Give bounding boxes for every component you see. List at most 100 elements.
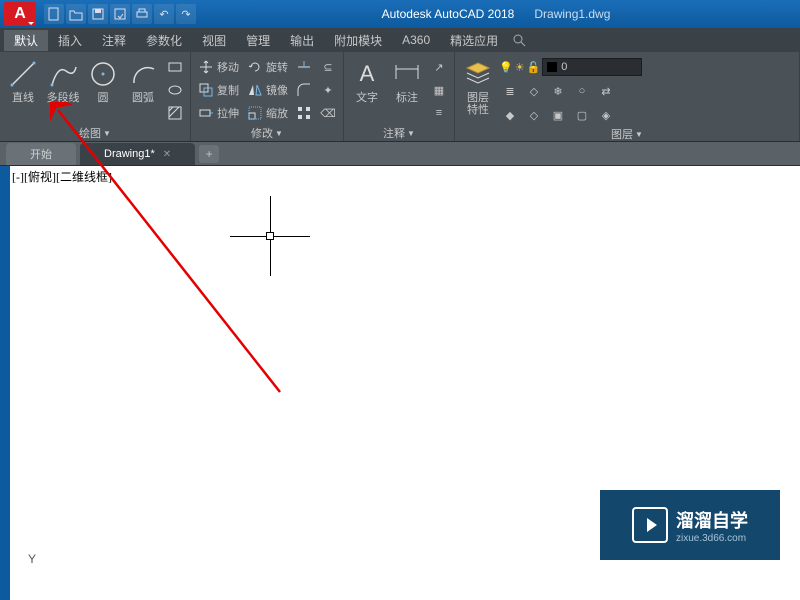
tab-parametric[interactable]: 参数化 [136,30,192,51]
saveas-icon[interactable] [110,4,130,24]
annotation-group-label: 注释 [383,125,405,141]
search-icon[interactable] [512,33,526,47]
dimension-button[interactable]: 标注 [388,54,426,125]
ucs-icon[interactable]: Y [18,552,58,592]
ribbon-tabs: 默认 插入 注释 参数化 视图 管理 输出 附加模块 A360 精选应用 [0,28,800,52]
document-tabs: 开始 Drawing1*✕ + [0,142,800,166]
layer-tool4[interactable]: ▢ [571,104,593,126]
trim-button[interactable] [293,56,315,78]
polyline-button[interactable]: 多段线 [44,54,82,125]
title-bar: A ↶ ↷ Autodesk AutoCAD 2018 Drawing1.dwg [0,0,800,28]
tab-addins[interactable]: 附加模块 [324,30,392,51]
chevron-down-icon[interactable]: ▼ [275,129,283,138]
dimension-label: 标注 [396,92,418,104]
window-title: Autodesk AutoCAD 2018 Drawing1.dwg [196,7,796,21]
redo-icon[interactable]: ↷ [176,4,196,24]
watermark-url: zixue.3d66.com [676,533,748,544]
erase-button[interactable]: ⌫ [317,102,339,124]
app-name: Autodesk AutoCAD 2018 [382,7,515,21]
array-icon [296,105,312,121]
add-tab-button[interactable]: + [199,145,219,163]
move-button[interactable]: 移动 [195,56,242,78]
explode-button[interactable]: ✦ [317,79,339,101]
polyline-label: 多段线 [47,92,80,104]
layer-freeze-button[interactable]: ❄ [547,80,569,102]
array-button[interactable] [293,102,315,124]
rotate-button[interactable]: 旋转 [244,56,291,78]
offset-icon: ⊆ [320,59,336,75]
tab-default[interactable]: 默认 [4,30,48,51]
print-icon[interactable] [132,4,152,24]
text-label: 文字 [356,92,378,104]
quick-access-toolbar: ↶ ↷ [44,4,196,24]
table-icon: ▦ [431,82,447,98]
new-icon[interactable] [44,4,64,24]
tab-output[interactable]: 输出 [280,30,324,51]
draw-group-label: 绘图 [79,125,101,141]
ribbon-group-annotation: A 文字 标注 ↗ ▦ ≡ 注释▼ [344,52,455,141]
dimension-icon [391,58,423,90]
tab-featured[interactable]: 精选应用 [440,30,508,51]
tab-annotate[interactable]: 注释 [92,30,136,51]
layer-iso-button[interactable]: ◇ [523,80,545,102]
stretch-icon [198,105,214,121]
mtext-button[interactable]: ≡ [428,102,450,124]
chevron-down-icon[interactable]: ▼ [635,130,643,139]
chevron-down-icon[interactable]: ▼ [103,129,111,138]
close-icon[interactable]: ✕ [163,149,171,160]
leader-button[interactable]: ↗ [428,56,450,78]
arc-button[interactable]: 圆弧 [124,54,162,125]
layer-tool5[interactable]: ◈ [595,104,617,126]
tab-drawing1[interactable]: Drawing1*✕ [80,143,195,165]
scale-button[interactable]: 缩放 [244,102,291,124]
rectangle-icon [167,59,183,75]
layers-icon [462,58,494,90]
drawing-canvas[interactable]: [-][俯视][二维线框] Y 溜溜自学 zixue.3d66.com [10,166,800,600]
layer-tool2[interactable]: ◇ [523,104,545,126]
tab-insert[interactable]: 插入 [48,30,92,51]
rectangle-button[interactable] [164,56,186,78]
save-icon[interactable] [88,4,108,24]
layer-dropdown[interactable]: 0 [542,58,642,76]
bulb-icon[interactable]: 💡 [499,61,513,74]
app-menu-button[interactable]: A [4,2,36,26]
erase-icon: ⌫ [320,105,336,121]
watermark: 溜溜自学 zixue.3d66.com [600,490,780,560]
tab-view[interactable]: 视图 [192,30,236,51]
ucs-y-label: Y [28,552,36,566]
layer-state-button[interactable]: ≣ [499,80,521,102]
text-button[interactable]: A 文字 [348,54,386,125]
circle-button[interactable]: 圆 [84,54,122,125]
chevron-down-icon[interactable]: ▼ [407,129,415,138]
line-button[interactable]: 直线 [4,54,42,125]
table-button[interactable]: ▦ [428,79,450,101]
offset-button[interactable]: ⊆ [317,56,339,78]
ribbon-group-layers: 图层 特性 💡 ☀ 🔓 0 ≣ ◇ ❄ ○ ⇄ ◆ ◇ [455,52,800,141]
tab-start[interactable]: 开始 [6,143,76,165]
mirror-button[interactable]: 镜像 [244,79,291,101]
sun-icon[interactable]: ☀ [515,61,525,74]
mtext-icon: ≡ [431,105,447,121]
fillet-icon [296,82,312,98]
layer-off-button[interactable]: ○ [571,80,593,102]
copy-button[interactable]: 复制 [195,79,242,101]
watermark-title: 溜溜自学 [676,507,748,533]
hatch-button[interactable] [164,102,186,124]
stretch-button[interactable]: 拉伸 [195,102,242,124]
layer-match-button[interactable]: ⇄ [595,80,617,102]
circle-label: 圆 [98,92,109,104]
ellipse-button[interactable] [164,79,186,101]
undo-icon[interactable]: ↶ [154,4,174,24]
fillet-button[interactable] [293,79,315,101]
layer-tool3[interactable]: ▣ [547,104,569,126]
viewport-controls[interactable]: [-][俯视][二维线框] [12,168,112,185]
line-icon [7,58,39,90]
open-icon[interactable] [66,4,86,24]
layer-tool1[interactable]: ◆ [499,104,521,126]
layer-iso-icon: ◇ [526,83,542,99]
tab-a360[interactable]: A360 [392,31,440,49]
layer-properties-button[interactable]: 图层 特性 [459,54,497,126]
line-label: 直线 [12,92,34,104]
tab-manage[interactable]: 管理 [236,30,280,51]
lock-icon[interactable]: 🔓 [527,61,541,74]
